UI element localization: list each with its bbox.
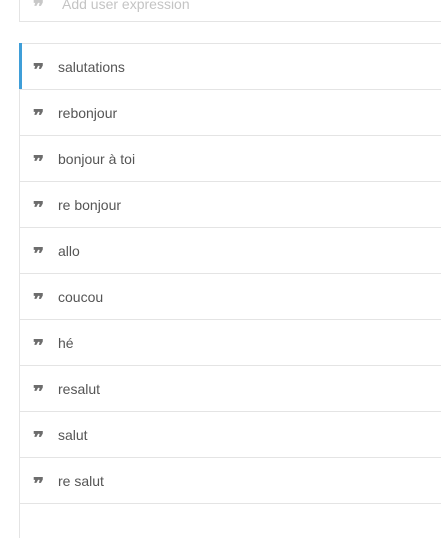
quote-icon: ❞ — [30, 63, 44, 73]
expression-item[interactable]: ❞ salutations — [19, 43, 441, 90]
expression-item[interactable]: ❞ rebonjour — [20, 90, 441, 136]
quote-icon: ❞ — [30, 477, 44, 487]
quote-icon: ❞ — [30, 201, 44, 211]
expression-text: allo — [58, 242, 80, 259]
expression-item[interactable]: ❞ allo — [20, 228, 441, 274]
expression-item[interactable]: ❞ hé — [20, 320, 441, 366]
expression-item[interactable]: ❞ coucou — [20, 274, 441, 320]
expression-text: hé — [58, 334, 74, 351]
expression-item[interactable]: ❞ re salut — [20, 458, 441, 504]
list-border — [19, 504, 20, 538]
expression-text: bonjour à toi — [58, 150, 136, 167]
expression-text: resalut — [58, 380, 101, 397]
expression-text: re salut — [58, 472, 104, 489]
expression-text: rebonjour — [58, 104, 118, 121]
expression-text: re bonjour — [58, 196, 122, 213]
quote-icon: ❞ — [30, 339, 44, 349]
expression-text: salut — [58, 426, 88, 443]
quote-icon: ❞ — [30, 293, 44, 303]
expression-text: coucou — [58, 288, 104, 305]
quote-icon: ❞ — [30, 385, 44, 395]
expression-list: ❞ salutations ❞ rebonjour ❞ bonjour à to… — [19, 43, 441, 504]
add-expression-row[interactable]: ❞ — [19, 0, 441, 22]
expression-item[interactable]: ❞ bonjour à toi — [20, 136, 441, 182]
add-expression-input[interactable] — [62, 0, 402, 12]
quote-icon: ❞ — [30, 247, 44, 257]
expression-item[interactable]: ❞ re bonjour — [20, 182, 441, 228]
quote-icon: ❞ — [30, 0, 44, 10]
quote-icon: ❞ — [30, 109, 44, 119]
expression-text: salutations — [58, 58, 125, 75]
quote-icon: ❞ — [30, 155, 44, 165]
expression-item[interactable]: ❞ resalut — [20, 366, 441, 412]
quote-icon: ❞ — [30, 431, 44, 441]
expression-item[interactable]: ❞ salut — [20, 412, 441, 458]
